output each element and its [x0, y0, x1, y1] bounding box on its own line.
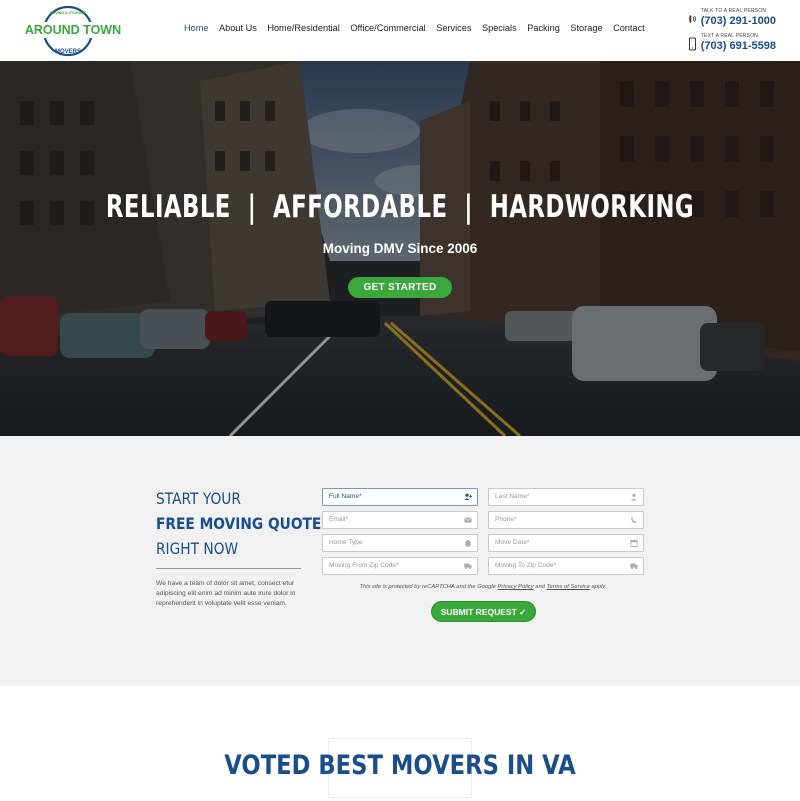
text-label: TEXT A REAL PERSON [700, 33, 758, 39]
voted-heading: VOTED BEST MOVERS IN VA [224, 750, 576, 781]
text-phone-block[interactable]: TEXT A REAL PERSON (703) 691-5598 [688, 33, 776, 52]
quote-description: We have a team of dolor sit amet, consec… [156, 580, 296, 607]
company-logo[interactable]: MOVING & STORAGE AROUND TOWN MOVERS [22, 3, 124, 58]
home-type-field[interactable]: Home Type [322, 534, 478, 552]
hero-title: RELIABLE | AFFORDABLE | HARDWORKING [105, 189, 695, 225]
phone-ringing-icon [689, 15, 696, 23]
privacy-policy-link[interactable]: Privacy Policy [498, 584, 534, 590]
move-date-placeholder: Move Date* [495, 539, 530, 546]
nav-item-office-commercial[interactable]: Office/Commercial [350, 23, 425, 33]
quote-heading-line-2: FREE MOVING QUOTE [156, 514, 322, 533]
home-icon [464, 539, 472, 547]
svg-text:MOVING & STORAGE: MOVING & STORAGE [50, 11, 87, 15]
move-date-field[interactable]: Move Date* [488, 534, 644, 552]
quote-section: START YOUR FREE MOVING QUOTE RIGHT NOW W… [0, 436, 800, 686]
heading-divider [156, 568, 301, 569]
envelope-icon [464, 517, 472, 523]
moving-to-placeholder: Moving To Zip Code* [495, 562, 557, 569]
quote-heading-line-3: RIGHT NOW [156, 539, 239, 558]
site-header: MOVING & STORAGE AROUND TOWN MOVERS Home… [0, 0, 800, 61]
nav-item-about-us[interactable]: About Us [219, 23, 257, 33]
moving-from-placeholder: Moving From Zip Code* [329, 562, 399, 569]
quote-heading-line-1: START YOUR [156, 489, 241, 508]
svg-text:MOVERS: MOVERS [55, 49, 81, 55]
nav-item-specials[interactable]: Specials [482, 23, 517, 33]
get-started-button[interactable]: GET STARTED [348, 277, 452, 298]
email-field[interactable]: Email* [322, 511, 478, 529]
full-name-field[interactable]: Full Name* [322, 488, 478, 506]
mobile-phone-icon [688, 37, 696, 51]
text-number[interactable]: (703) 691-5598 [701, 40, 776, 52]
nav-item-home[interactable]: Home [184, 23, 209, 33]
truck-icon [464, 563, 472, 570]
calendar-icon [630, 540, 638, 547]
full-name-placeholder: Full Name* [329, 493, 362, 500]
recaptcha-apply: apply. [591, 584, 607, 590]
moving-from-zip-field[interactable]: Moving From Zip Code* [322, 557, 478, 575]
submit-request-button[interactable]: SUBMIT REQUEST ✓ [431, 601, 536, 622]
hero-section: RELIABLE | AFFORDABLE | HARDWORKING Movi… [0, 61, 800, 436]
quote-heading: START YOUR FREE MOVING QUOTE RIGHT NOW [156, 486, 321, 561]
nav-item-contact[interactable]: Contact [613, 23, 645, 33]
truck-icon [630, 563, 638, 570]
phone-icon [631, 517, 637, 524]
svg-text:AROUND TOWN: AROUND TOWN [25, 23, 121, 37]
last-name-placeholder: Last Name* [495, 493, 530, 500]
phone-placeholder: Phone* [495, 516, 517, 523]
user-add-icon [464, 493, 472, 500]
main-nav: Home About Us Home/Residential Office/Co… [184, 23, 655, 33]
hero-subtitle: Moving DMV Since 2006 [322, 241, 478, 256]
talk-number[interactable]: (703) 291-1000 [701, 15, 776, 27]
last-name-field[interactable]: Last Name* [488, 488, 644, 506]
recaptcha-and: and [535, 584, 545, 590]
talk-phone-block[interactable]: TALK TO A REAL PERSON (703) 291-1000 [688, 8, 776, 27]
nav-item-services[interactable]: Services [436, 23, 471, 33]
terms-of-service-link[interactable]: Terms of Service [547, 584, 590, 590]
home-type-placeholder: Home Type [329, 539, 363, 546]
moving-to-zip-field[interactable]: Moving To Zip Code* [488, 557, 644, 575]
user-icon [631, 493, 637, 501]
email-placeholder: Email* [329, 516, 349, 523]
talk-label: TALK TO A REAL PERSON [700, 8, 767, 14]
recaptcha-text: This site is protected by reCAPTCHA and … [359, 584, 496, 590]
nav-item-storage[interactable]: Storage [570, 23, 602, 33]
recaptcha-notice: This site is protected by reCAPTCHA and … [322, 584, 644, 590]
nav-item-home-residential[interactable]: Home/Residential [267, 23, 340, 33]
nav-item-packing[interactable]: Packing [527, 23, 560, 33]
phone-field[interactable]: Phone* [488, 511, 644, 529]
